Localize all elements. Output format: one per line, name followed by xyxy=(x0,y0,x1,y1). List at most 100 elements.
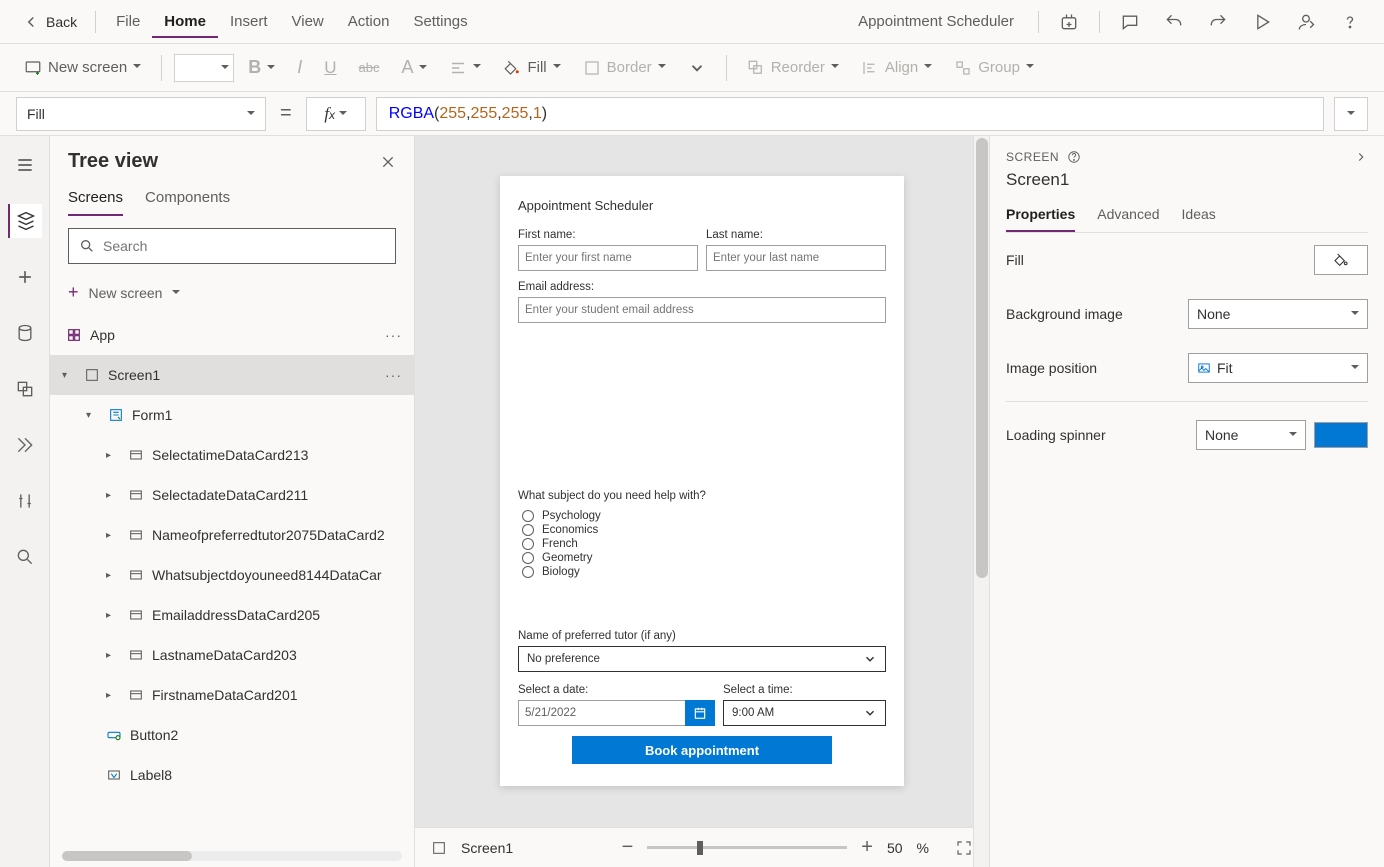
rail-hamburger[interactable] xyxy=(8,148,42,182)
scrollbar-thumb[interactable] xyxy=(62,851,192,861)
chevron-down-icon[interactable]: ▾ xyxy=(86,410,100,421)
font-color-button[interactable]: A xyxy=(393,53,435,82)
rail-tree-view[interactable] xyxy=(8,204,42,238)
menu-home[interactable]: Home xyxy=(152,5,218,38)
bg-image-select[interactable]: None xyxy=(1188,299,1368,329)
back-button[interactable]: Back xyxy=(12,13,87,31)
help-icon[interactable] xyxy=(1328,12,1372,32)
chevron-right-icon[interactable]: ▸ xyxy=(106,450,120,461)
tree-datacard[interactable]: ▸FirstnameDataCard201 xyxy=(50,675,414,715)
lastname-input[interactable] xyxy=(706,245,886,271)
menu-view[interactable]: View xyxy=(280,5,336,38)
tree-datacard[interactable]: ▸Nameofpreferredtutor2075DataCard2 xyxy=(50,515,414,555)
chevron-right-icon[interactable]: ▸ xyxy=(106,530,120,541)
text-align-button[interactable] xyxy=(441,55,489,81)
close-icon[interactable] xyxy=(380,154,396,170)
tree-datacard[interactable]: ▸SelectadateDataCard211 xyxy=(50,475,414,515)
italic-button[interactable]: I xyxy=(289,53,310,82)
rail-data[interactable] xyxy=(8,316,42,350)
tree-button2[interactable]: Button2 xyxy=(50,715,414,755)
vertical-scrollbar[interactable] xyxy=(973,136,989,867)
image-position-select[interactable]: Fit xyxy=(1188,353,1368,383)
property-selector[interactable]: Fill xyxy=(16,97,266,131)
email-input[interactable] xyxy=(518,297,886,323)
strikethrough-button[interactable]: abc xyxy=(351,56,388,79)
more-icon[interactable]: ··· xyxy=(385,327,402,343)
firstname-input[interactable] xyxy=(518,245,698,271)
formula-input[interactable]: RGBA(255, 255, 255, 1) xyxy=(376,97,1324,131)
time-select[interactable]: 9:00 AM xyxy=(723,700,886,726)
date-input[interactable] xyxy=(518,700,685,726)
canvas-viewport[interactable]: Appointment Scheduler First name: Last n… xyxy=(415,136,989,827)
tab-ideas[interactable]: Ideas xyxy=(1182,200,1216,232)
zoom-out-button[interactable]: − xyxy=(622,836,634,859)
zoom-slider[interactable] xyxy=(647,846,847,849)
border-button[interactable]: Border xyxy=(575,55,674,81)
subject-radio[interactable]: French xyxy=(522,538,886,550)
tree-datacard[interactable]: ▸LastnameDataCard203 xyxy=(50,635,414,675)
font-size-input[interactable] xyxy=(174,54,234,82)
chevron-down-icon[interactable]: ▾ xyxy=(62,370,76,381)
search-input[interactable] xyxy=(103,238,385,254)
chevron-right-icon[interactable] xyxy=(1354,150,1368,164)
tree-screen1[interactable]: ▾ Screen1 ··· xyxy=(50,355,414,395)
zoom-in-button[interactable]: + xyxy=(861,836,873,859)
subject-radio[interactable]: Economics xyxy=(522,524,886,536)
book-appointment-button[interactable]: Book appointment xyxy=(572,736,832,764)
group-button[interactable]: Group xyxy=(946,55,1042,81)
undo-icon[interactable] xyxy=(1152,12,1196,32)
tree-datacard[interactable]: ▸SelectatimeDataCard213 xyxy=(50,435,414,475)
chevron-right-icon[interactable]: ▸ xyxy=(106,650,120,661)
tree-form1[interactable]: ▾ Form1 xyxy=(50,395,414,435)
menu-action[interactable]: Action xyxy=(336,5,402,38)
expand-formula-button[interactable] xyxy=(1334,97,1368,131)
menu-insert[interactable]: Insert xyxy=(218,5,280,38)
new-screen-button[interactable]: New screen xyxy=(16,55,149,81)
app-canvas[interactable]: Appointment Scheduler First name: Last n… xyxy=(500,176,904,786)
tree-datacard[interactable]: ▸Whatsubjectdoyouneed8144DataCar xyxy=(50,555,414,595)
align-button[interactable]: Align xyxy=(853,55,940,81)
reorder-button[interactable]: Reorder xyxy=(739,55,847,81)
chevron-right-icon[interactable]: ▸ xyxy=(106,490,120,501)
play-icon[interactable] xyxy=(1240,12,1284,32)
tab-screens[interactable]: Screens xyxy=(68,183,123,216)
tree-datacard[interactable]: ▸EmailaddressDataCard205 xyxy=(50,595,414,635)
comments-icon[interactable] xyxy=(1108,12,1152,32)
tree-search[interactable] xyxy=(68,228,396,264)
redo-icon[interactable] xyxy=(1196,12,1240,32)
tree-app[interactable]: App ··· xyxy=(50,315,414,355)
fill-color-button[interactable] xyxy=(1314,245,1368,275)
bold-button[interactable]: B xyxy=(240,53,283,82)
subject-radio[interactable]: Biology xyxy=(522,566,886,578)
underline-button[interactable]: U xyxy=(316,54,344,82)
horizontal-scrollbar[interactable] xyxy=(62,851,402,861)
tree-new-screen[interactable]: + New screen xyxy=(50,276,414,309)
rail-power-automate[interactable] xyxy=(8,428,42,462)
info-icon[interactable] xyxy=(1067,150,1081,164)
rail-insert[interactable] xyxy=(8,260,42,294)
app-checker-icon[interactable] xyxy=(1047,12,1091,32)
subject-radio[interactable]: Geometry xyxy=(522,552,886,564)
fit-to-screen-icon[interactable] xyxy=(955,839,973,857)
spinner-color-swatch[interactable] xyxy=(1314,422,1368,448)
spinner-select[interactable]: None xyxy=(1196,420,1306,450)
menu-settings[interactable]: Settings xyxy=(401,5,479,38)
rail-media[interactable] xyxy=(8,372,42,406)
scrollbar-thumb[interactable] xyxy=(976,138,988,578)
zoom-handle[interactable] xyxy=(697,841,703,855)
share-icon[interactable] xyxy=(1284,12,1328,32)
tab-components[interactable]: Components xyxy=(145,183,230,216)
tree-label8[interactable]: Label8 xyxy=(50,755,414,795)
fx-button[interactable]: fx xyxy=(306,97,366,131)
tab-advanced[interactable]: Advanced xyxy=(1097,200,1159,232)
tab-properties[interactable]: Properties xyxy=(1006,200,1075,232)
rail-advanced-tools[interactable] xyxy=(8,484,42,518)
rail-search[interactable] xyxy=(8,540,42,574)
chevron-right-icon[interactable]: ▸ xyxy=(106,610,120,621)
subject-radio[interactable]: Psychology xyxy=(522,510,886,522)
calendar-button[interactable] xyxy=(685,700,715,726)
more-icon[interactable]: ··· xyxy=(385,367,402,383)
chevron-right-icon[interactable]: ▸ xyxy=(106,570,120,581)
fill-button[interactable]: Fill xyxy=(495,55,568,81)
height-toggle[interactable] xyxy=(680,55,714,81)
